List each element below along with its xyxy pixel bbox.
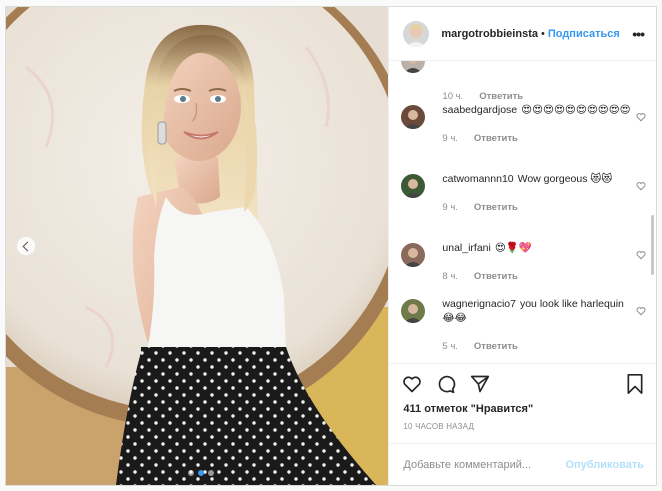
comments-list[interactable]: 10 ч. Ответить saabedgardjose 😍😍😍😍😍😍😍😍😍😍 9 ч… [389,61,656,363]
comment-username[interactable]: saabedgardjose [442,104,517,116]
reply-button[interactable]: Ответить [474,202,518,213]
reply-button[interactable]: Ответить [474,271,518,282]
comment-text-line: saabedgardjose 😍😍😍😍😍😍😍😍😍😍 [442,103,632,117]
post-photo[interactable] [6,7,389,485]
add-comment-bar: Опубликовать [389,443,656,485]
carousel-dot [188,470,194,476]
commenter-avatar[interactable] [401,174,426,198]
likes-count[interactable]: 411 отметок "Нравится" [389,403,656,419]
comment-text: Wow gorgeous 😻😻 [517,173,613,185]
header-separator: • [540,27,545,40]
comment-meta: 9 ч. Ответить [442,202,632,213]
carousel-dot [208,470,214,476]
comment-username[interactable]: wagnerignacio7 [442,298,516,310]
more-options-icon[interactable]: ••• [632,26,645,42]
carousel-dots [188,470,214,476]
comment-like-icon[interactable] [636,306,646,316]
reply-button[interactable]: Ответить [474,341,518,352]
reply-button[interactable]: Ответить [479,91,523,102]
comment-item: catwomannn10 Wow gorgeous 😻😻 9 ч. Ответить [401,172,646,213]
reply-button[interactable]: Ответить [474,133,518,144]
comment-time[interactable]: 10 ч. [442,91,463,102]
comment-meta: 10 ч. Ответить [442,91,632,102]
bookmark-icon[interactable] [624,373,646,395]
instagram-post: margotrobbieinsta • Подписаться ••• 10 ч… [5,6,657,486]
comment-time[interactable]: 8 ч. [442,271,458,282]
heart-icon[interactable] [401,373,423,395]
follow-button[interactable]: Подписаться [548,28,620,40]
comment-text: 😍😍😍😍😍😍😍😍😍😍 [521,104,631,116]
post-time[interactable]: 10 часов назад [389,419,656,443]
comment-text-line: unal_irfani 😍🌹💖 [442,241,632,255]
comment-body: unal_irfani 😍🌹💖 8 ч. Ответить [442,241,632,282]
carousel-dot-active [198,470,204,476]
comment-like-icon[interactable] [636,181,646,191]
comment-body: catwomannn10 Wow gorgeous 😻😻 9 ч. Ответить [442,172,632,213]
post-side-panel: margotrobbieinsta • Подписаться ••• 10 ч… [388,7,656,485]
carousel-prev-button[interactable] [16,236,36,256]
comment-text-line: wagnerignacio7 you look like harlequin 😂😂 [442,297,632,325]
comment-body: wagnerignacio7 you look like harlequin 😂😂… [442,297,632,352]
comment-meta: 9 ч. Ответить [442,133,632,144]
scrollbar[interactable] [651,215,654,275]
commenter-avatar[interactable] [401,299,426,323]
comment-meta: 8 ч. Ответить [442,271,632,282]
profile-avatar[interactable] [403,20,430,47]
comment-like-icon[interactable] [636,250,646,260]
comment-time[interactable]: 9 ч. [442,133,458,144]
commenter-avatar[interactable] [401,61,426,73]
comment-username[interactable]: unal_irfani [442,242,490,254]
comment-time[interactable]: 9 ч. [442,202,458,213]
comment-body: 10 ч. Ответить [442,61,632,102]
photo-illustration [6,7,389,485]
comment-input[interactable] [403,458,566,471]
share-icon[interactable] [469,373,491,395]
chevron-left-icon [22,241,33,251]
publish-button[interactable]: Опубликовать [565,459,644,471]
post-header: margotrobbieinsta • Подписаться ••• [389,7,656,61]
comment-time[interactable]: 5 ч. [442,341,458,352]
comment-item: wagnerignacio7 you look like harlequin 😂😂… [401,297,646,352]
post-username[interactable]: margotrobbieinsta [441,28,538,40]
comment-item: 10 ч. Ответить [401,61,632,102]
comment-item: saabedgardjose 😍😍😍😍😍😍😍😍😍😍 9 ч. Ответить [401,103,646,144]
comment-text-line: catwomannn10 Wow gorgeous 😻😻 [442,172,632,186]
commenter-avatar[interactable] [401,105,426,129]
comment-like-icon[interactable] [636,112,646,122]
comment-username[interactable]: catwomannn10 [442,173,513,185]
comment-icon[interactable] [435,373,457,395]
comment-text: 😍🌹💖 [494,242,532,254]
comment-meta: 5 ч. Ответить [442,341,632,352]
comment-item: unal_irfani 😍🌹💖 8 ч. Ответить [401,241,646,282]
post-actions [389,363,656,403]
comment-body: saabedgardjose 😍😍😍😍😍😍😍😍😍😍 9 ч. Ответить [442,103,632,144]
commenter-avatar[interactable] [401,243,426,267]
